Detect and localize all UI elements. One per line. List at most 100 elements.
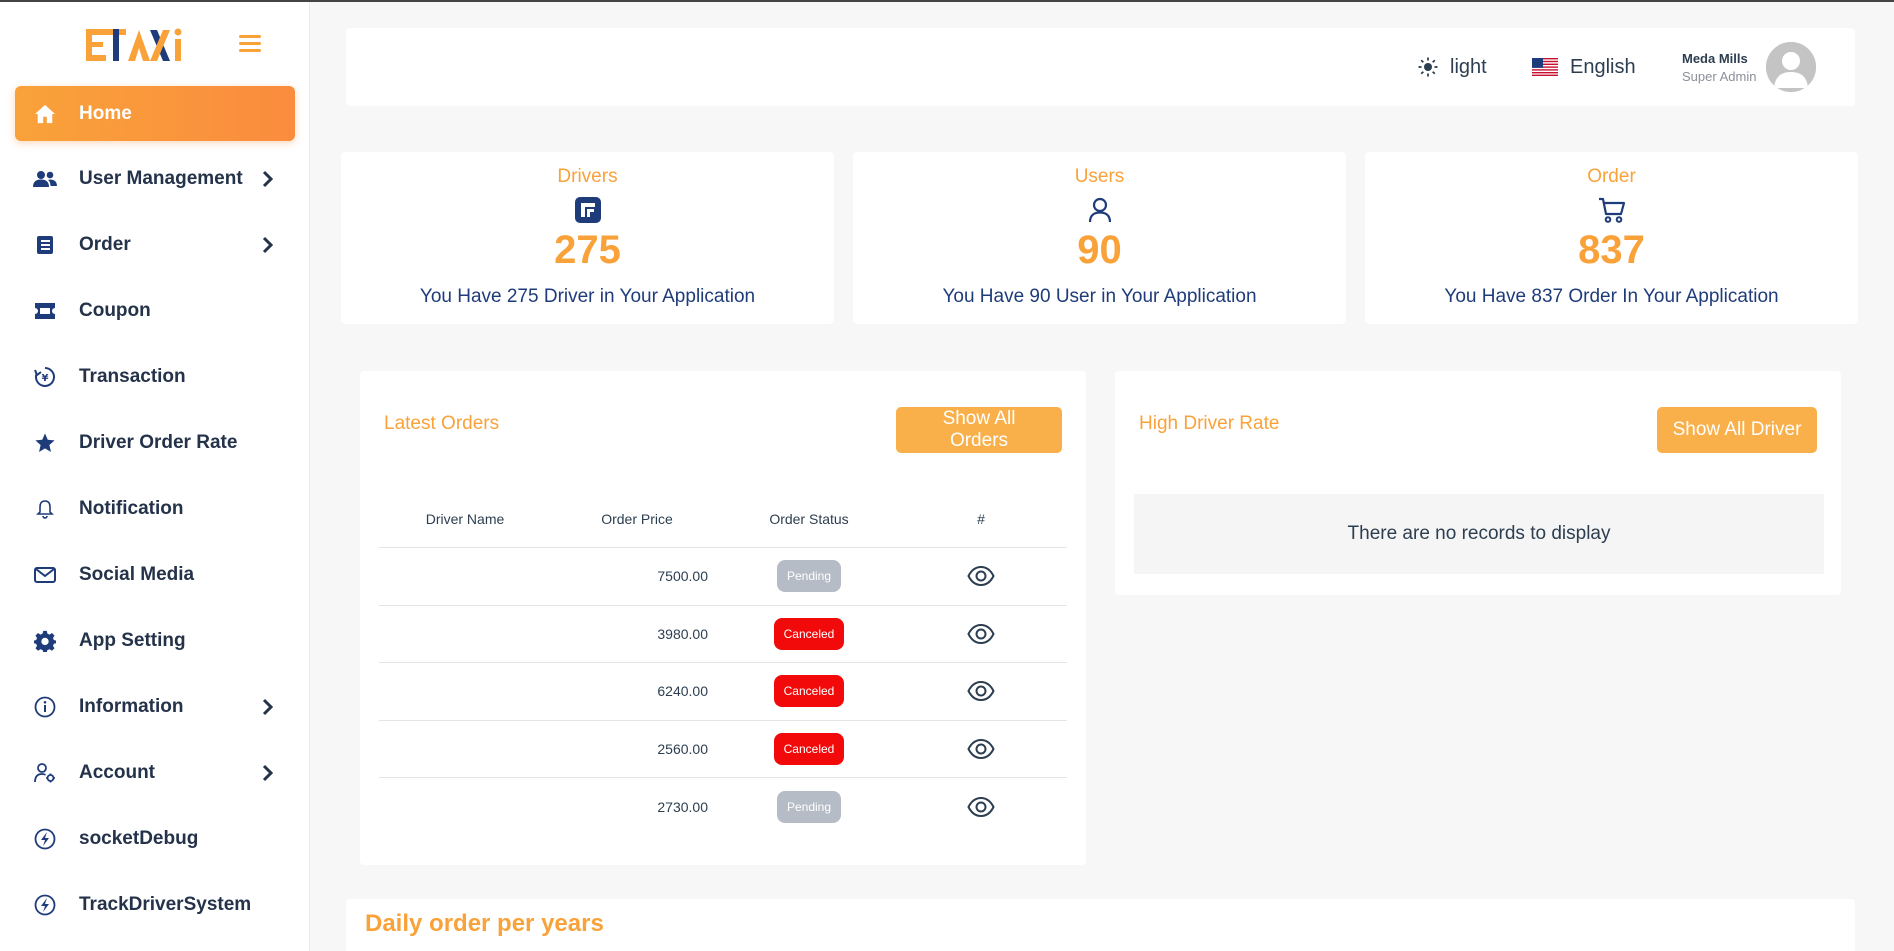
menu-toggle-icon[interactable]	[239, 35, 261, 53]
status-badge: Canceled	[773, 675, 845, 708]
sidebar-item-label: Notification	[79, 498, 184, 519]
table-header: Driver Name Order Price Order Status #	[379, 491, 1067, 548]
us-flag-icon	[1532, 58, 1558, 76]
gear-icon	[33, 629, 57, 653]
sidebar-nav: Home User Management Order Coupon ¥ Tran…	[0, 86, 310, 943]
status-badge: Pending	[776, 791, 842, 824]
star-icon	[33, 431, 57, 455]
order-price-cell: 2560.00	[657, 741, 708, 758]
etaxi-logo-icon	[86, 28, 182, 61]
sidebar-item-label: Transaction	[79, 366, 186, 387]
sidebar-item-label: Social Media	[79, 564, 195, 585]
status-badge: Canceled	[773, 617, 845, 650]
user-name: Meda Mills	[1682, 50, 1748, 66]
sidebar-item-driver-order-rate[interactable]: Driver Order Rate	[15, 415, 295, 471]
sidebar-item-label: Home	[79, 102, 132, 124]
order-price-cell: 2730.00	[657, 799, 708, 816]
sidebar-item-order[interactable]: Order	[15, 217, 295, 273]
envelope-icon	[33, 563, 57, 587]
language-selector[interactable]: English	[1532, 28, 1636, 106]
daily-orders-panel: Daily order per years	[346, 899, 1855, 951]
status-badge: Pending	[776, 560, 842, 593]
sidebar-item-label: User Management	[79, 168, 243, 189]
sidebar-item-transaction[interactable]: ¥ Transaction	[15, 349, 295, 405]
sidebar-item-app-setting[interactable]: App Setting	[15, 613, 295, 669]
stat-title: Drivers	[557, 166, 618, 187]
sidebar-item-account[interactable]: Account	[15, 745, 295, 801]
sidebar-item-coupon[interactable]: Coupon	[15, 283, 295, 339]
eye-icon[interactable]	[967, 796, 995, 818]
orders-table: Driver Name Order Price Order Status # 7…	[379, 491, 1067, 836]
chevron-right-icon	[262, 170, 274, 188]
language-label: English	[1570, 55, 1636, 78]
stat-card-drivers: Drivers 275 You Have 275 Driver in Your …	[341, 152, 834, 324]
user-role: Super Admin	[1682, 68, 1757, 84]
default-avatar-icon	[1766, 42, 1817, 92]
user-gear-icon	[33, 761, 57, 785]
sidebar-item-label: TrackDriverSystem	[79, 894, 252, 915]
stat-value: 275	[554, 228, 621, 272]
sidebar-item-notification[interactable]: Notification	[15, 481, 295, 537]
sidebar-item-label: Account	[79, 762, 155, 783]
table-row: 2560.00 Canceled	[379, 721, 1067, 779]
sidebar-item-label: Information	[79, 696, 184, 717]
stat-description: You Have 90 User in Your Application	[942, 286, 1257, 307]
status-badge: Canceled	[773, 733, 845, 766]
stat-value: 837	[1578, 228, 1645, 272]
cart-icon	[1365, 194, 1858, 226]
theme-toggle[interactable]: light	[1418, 28, 1487, 106]
column-header: Driver Name	[425, 511, 505, 527]
order-price-cell: 3980.00	[657, 625, 708, 642]
lightning-icon	[33, 893, 57, 917]
sidebar-item-home[interactable]: Home	[15, 86, 295, 141]
eye-icon[interactable]	[967, 680, 995, 702]
sidebar-item-track-driver-system[interactable]: TrackDriverSystem	[15, 877, 295, 933]
sidebar-item-user-management[interactable]: User Management	[15, 151, 295, 207]
brand-logo[interactable]	[84, 26, 188, 64]
sidebar-item-social-media[interactable]: Social Media	[15, 547, 295, 603]
sidebar-item-label: Driver Order Rate	[79, 432, 238, 453]
stat-description: You Have 837 Order In Your Application	[1444, 286, 1779, 307]
order-price-cell: 7500.00	[657, 568, 708, 585]
stat-title: Order	[1587, 166, 1636, 187]
empty-state: There are no records to display	[1134, 494, 1824, 574]
sun-icon	[1418, 57, 1438, 77]
user-profile[interactable]: Meda Mills Super Admin	[1682, 28, 1817, 106]
eye-icon[interactable]	[967, 623, 995, 645]
column-header: #	[977, 511, 985, 527]
table-row: 6240.00 Canceled	[379, 663, 1067, 721]
sidebar: Home User Management Order Coupon ¥ Tran…	[0, 2, 310, 951]
panel-title: High Driver Rate	[1139, 413, 1280, 434]
home-icon	[33, 102, 57, 126]
users-icon	[33, 167, 57, 191]
show-all-orders-button[interactable]: Show All Orders	[896, 407, 1062, 453]
table-row: 2730.00 Pending	[379, 778, 1067, 836]
ticket-icon	[33, 299, 57, 323]
sidebar-item-label: Order	[79, 234, 131, 255]
sidebar-item-socket-debug[interactable]: socketDebug	[15, 811, 295, 867]
avatar[interactable]	[1766, 42, 1817, 92]
stat-title: Users	[1074, 166, 1125, 187]
currency-exchange-icon: ¥	[33, 365, 57, 389]
sidebar-item-information[interactable]: Information	[15, 679, 295, 735]
stat-card-orders: Order 837 You Have 837 Order In Your App…	[1365, 152, 1858, 324]
order-list-icon	[33, 233, 57, 257]
latest-orders-panel: Latest Orders Show All Orders Driver Nam…	[360, 371, 1086, 865]
stat-card-users: Users 90 You Have 90 User in Your Applic…	[853, 152, 1346, 324]
eye-icon[interactable]	[967, 738, 995, 760]
lightning-icon	[33, 827, 57, 851]
table-row: 3980.00 Canceled	[379, 606, 1067, 664]
sidebar-item-label: Coupon	[79, 300, 151, 321]
column-header: Order Price	[601, 511, 673, 527]
show-all-driver-button[interactable]: Show All Driver	[1657, 407, 1817, 453]
stat-description: You Have 275 Driver in Your Application	[419, 286, 756, 307]
user-icon	[853, 194, 1346, 226]
chevron-right-icon	[262, 698, 274, 716]
panel-title: Daily order per years	[365, 910, 604, 937]
table-row: 7500.00 Pending	[379, 548, 1067, 606]
eye-icon[interactable]	[967, 565, 995, 587]
driver-logo-icon	[341, 194, 834, 226]
info-circle-icon	[33, 695, 57, 719]
bell-icon	[33, 497, 57, 521]
top-header: light English Meda Mills Super Admin	[346, 28, 1855, 106]
